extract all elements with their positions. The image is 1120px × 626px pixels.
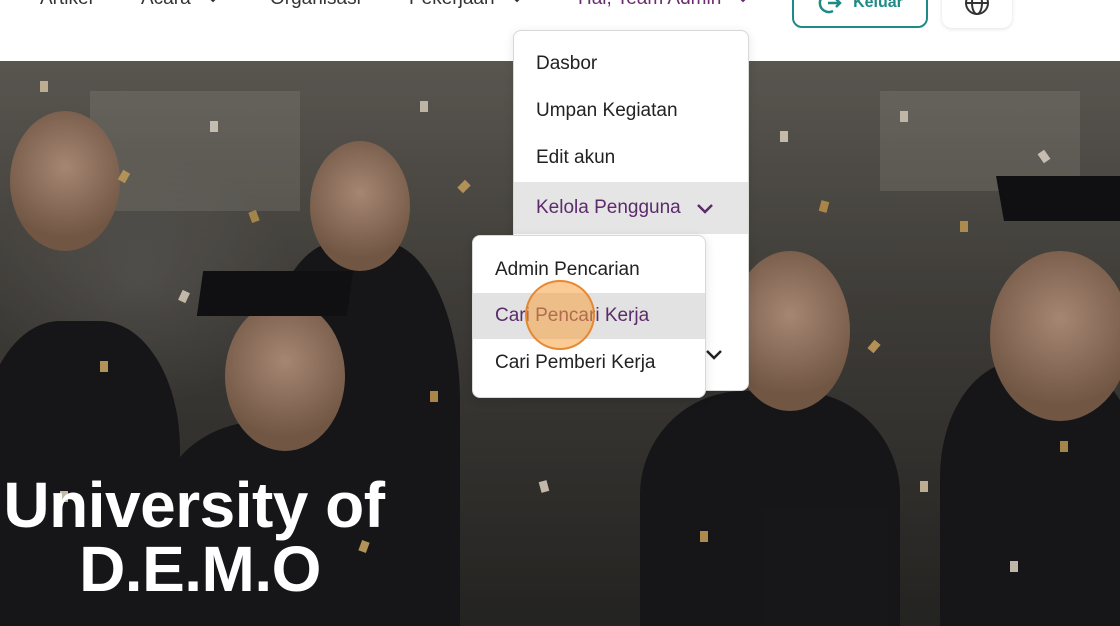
- chevron-down-icon: [210, 0, 216, 3]
- hero-title-line2: D.E.M.O: [79, 533, 321, 605]
- nav-item-acara[interactable]: Acara: [141, 0, 221, 10]
- submenu-item-label: Admin Pencarian: [495, 259, 640, 280]
- nav-item-label: Acara: [141, 0, 191, 10]
- menu-item-label: Dasbor: [536, 53, 598, 74]
- globe-icon: [965, 0, 989, 15]
- submenu-item-cari-pemberi-kerja[interactable]: Cari Pemberi Kerja: [473, 340, 705, 386]
- logout-label: Keluar: [853, 0, 903, 11]
- nav-item-label: Organisasi: [270, 0, 361, 10]
- menu-item-label: Umpan Kegiatan: [536, 100, 678, 121]
- chevron-down-icon: [740, 0, 746, 3]
- nav-item-label: Artikel: [40, 0, 93, 10]
- nav-item-artikel[interactable]: Artikel: [40, 0, 93, 10]
- nav-item-user-menu[interactable]: Hai, Team Admin: [578, 0, 751, 10]
- nav-item-organisasi[interactable]: Organisasi: [270, 0, 361, 10]
- click-indicator: [525, 280, 595, 350]
- nav-item-label: Hai, Team Admin: [578, 0, 721, 10]
- logout-icon: [818, 0, 842, 14]
- submenu-item-label: Cari Pemberi Kerja: [495, 352, 656, 373]
- nav-item-pekerjaan[interactable]: Pekerjaan: [409, 0, 525, 10]
- hero-title-line1: University of: [3, 469, 385, 541]
- menu-item-dasbor[interactable]: Dasbor: [514, 41, 748, 87]
- language-button[interactable]: [942, 0, 1012, 28]
- chevron-down-icon: [696, 204, 713, 214]
- nav-item-label: Pekerjaan: [409, 0, 495, 10]
- chevron-down-icon: [514, 0, 519, 3]
- menu-item-edit-akun[interactable]: Edit akun: [514, 135, 748, 181]
- hero-title: University of D.E.M.O: [0, 473, 400, 601]
- logout-button[interactable]: Keluar: [792, 0, 928, 28]
- menu-item-kelola-pengguna[interactable]: Kelola Pengguna: [514, 182, 748, 234]
- menu-item-label: Edit akun: [536, 147, 616, 168]
- submenu-item-admin-pencarian[interactable]: Admin Pencarian: [473, 247, 705, 293]
- menu-item-umpan-kegiatan[interactable]: Umpan Kegiatan: [514, 88, 748, 134]
- menu-item-label: Kelola Pengguna: [536, 197, 681, 218]
- chevron-down-icon: [706, 350, 722, 360]
